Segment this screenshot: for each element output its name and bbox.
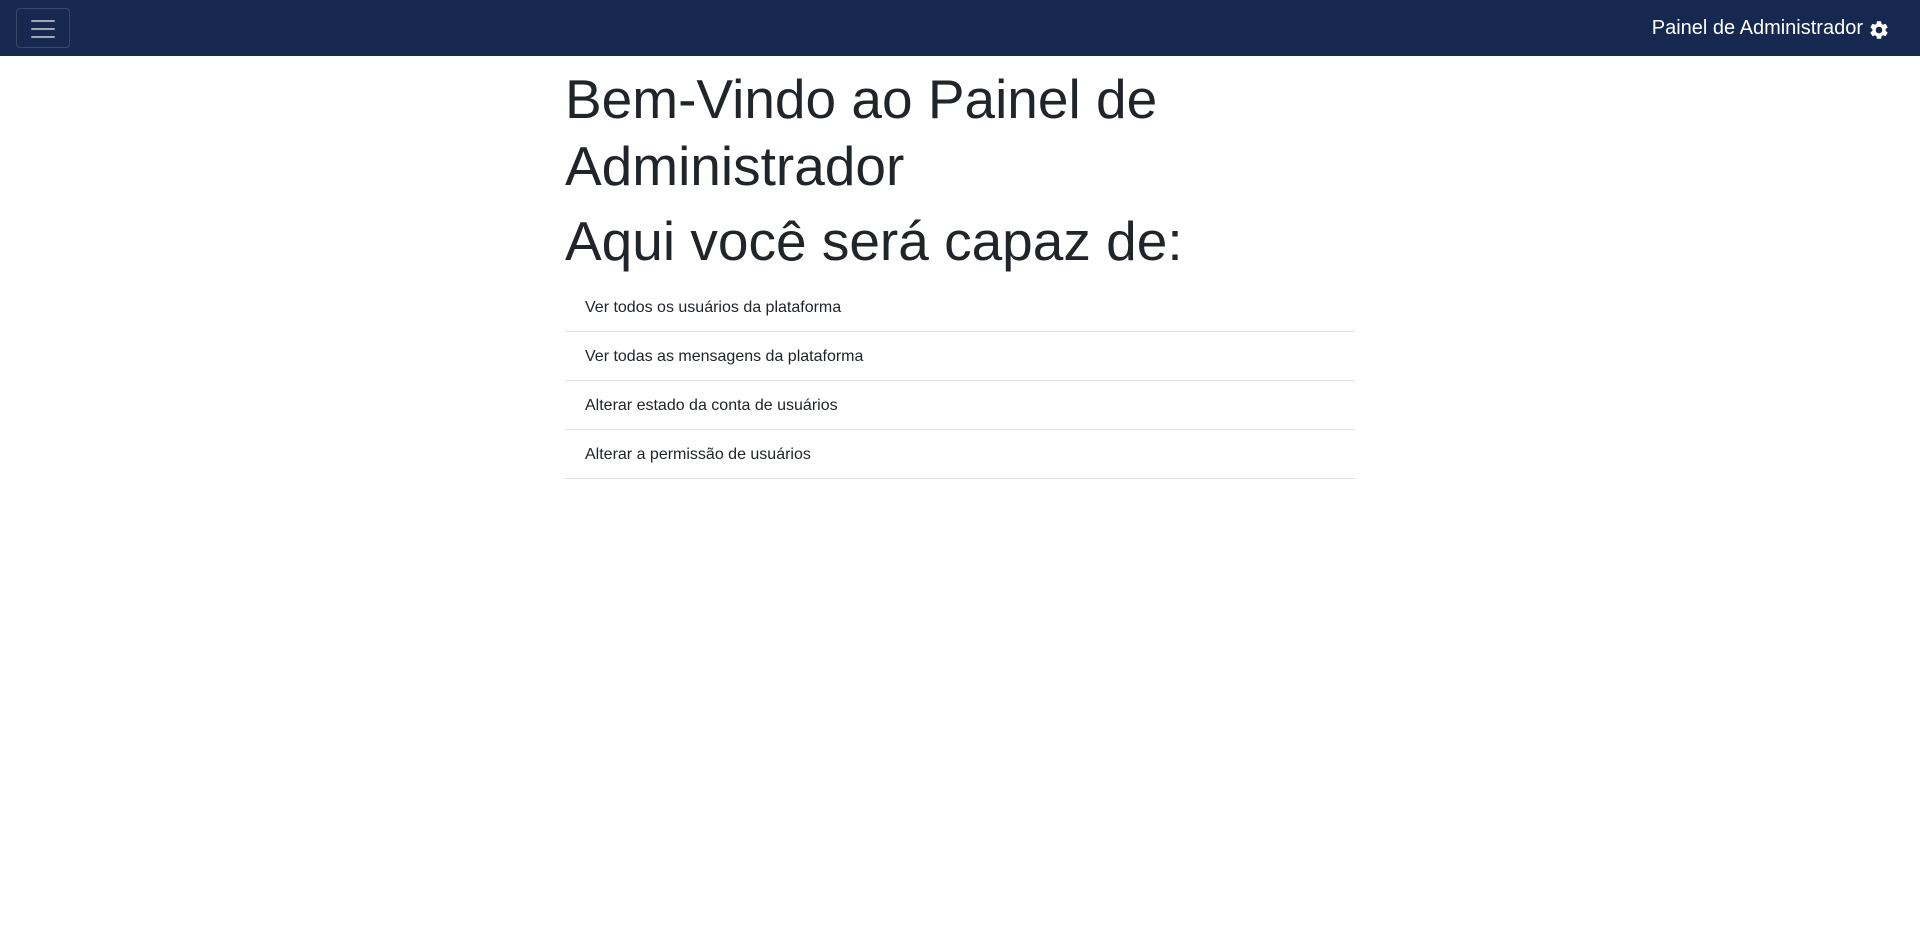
top-navbar: Painel de Administrador [0,0,1920,56]
menu-toggle-button[interactable] [16,8,70,48]
page-subtitle: Aqui você será capaz de: [565,210,1183,272]
list-item: Ver todos os usuários da plataforma [565,284,1355,332]
gear-icon [1870,20,1888,39]
capabilities-list: Ver todos os usuários da plataforma Ver … [565,284,1355,479]
hamburger-menu-icon [31,20,55,38]
list-item: Alterar estado da conta de usuários [565,382,1355,430]
admin-panel-link[interactable]: Painel de Administrador [1652,0,1890,56]
list-item: Alterar a permissão de usuários [565,431,1355,479]
brand-label: Painel de Administrador [1651,16,1863,39]
main-content: Bem-Vindo ao Painel de Administrador Aqu… [565,56,1355,480]
page-title: Bem-Vindo ao Painel de Administrador [565,68,1158,197]
list-item: Ver todas as mensagens da plataforma [565,333,1355,381]
